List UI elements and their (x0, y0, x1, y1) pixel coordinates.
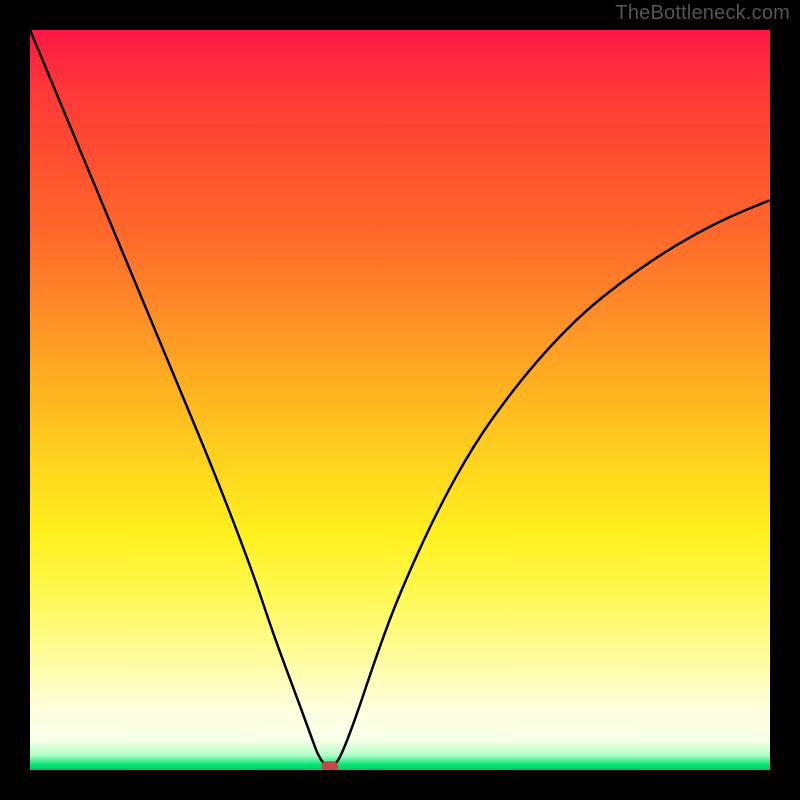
chart-svg (30, 30, 770, 770)
chart-plot-area (30, 30, 770, 770)
optimal-point-marker (322, 761, 338, 770)
bottleneck-curve (30, 30, 770, 766)
watermark-text: TheBottleneck.com (615, 2, 790, 25)
